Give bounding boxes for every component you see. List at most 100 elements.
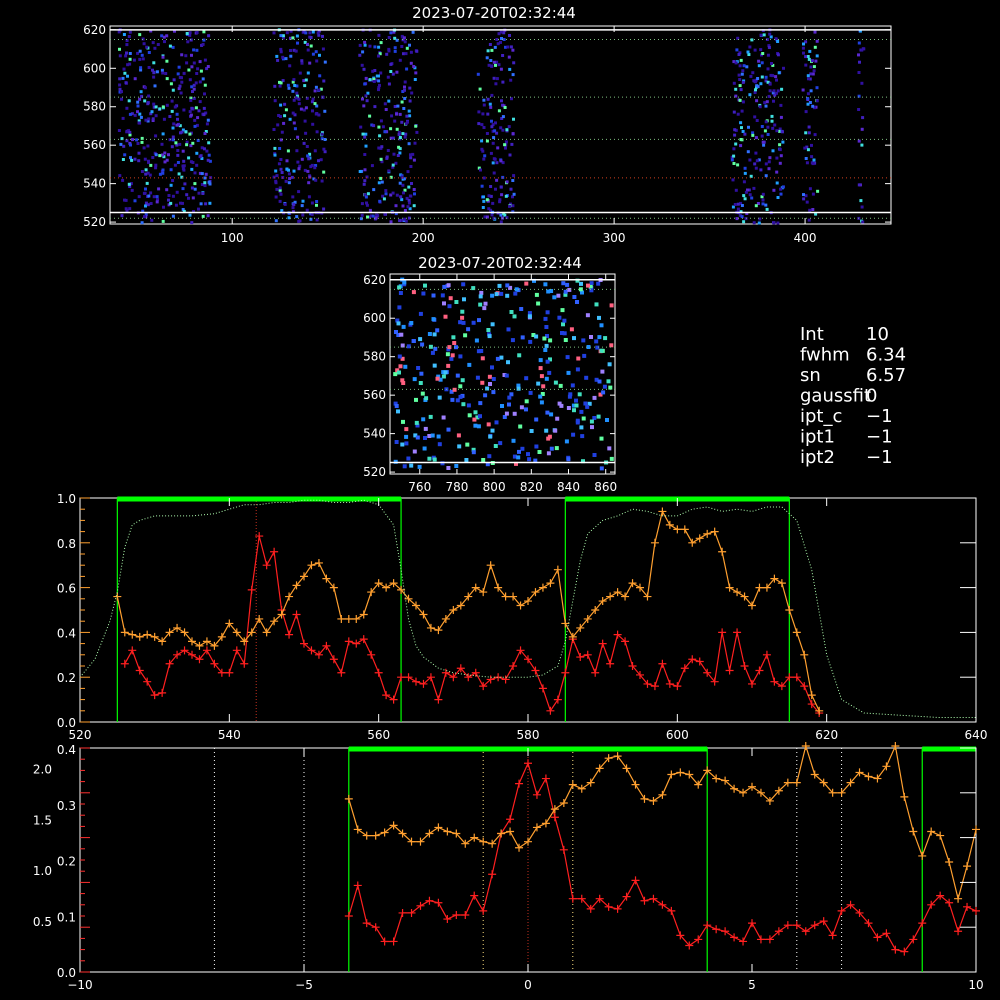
top-heatmap-pixel	[321, 34, 324, 38]
mid-heatmap-pixel	[488, 434, 493, 439]
top-heatmap-pixel	[140, 140, 144, 144]
top-heatmap-pixel	[781, 130, 784, 134]
top-heatmap-pixel	[409, 61, 413, 65]
top-heatmap-pixel	[279, 50, 283, 54]
top-heatmap-pixel	[298, 71, 302, 75]
top-heatmap-pixel	[815, 86, 819, 90]
top-heatmap-pixel	[403, 217, 407, 221]
top-heatmap-pixel	[297, 190, 301, 194]
top-heatmap-pixel	[300, 157, 304, 161]
top-heatmap-pixel	[201, 192, 205, 195]
top-heatmap-pixel	[297, 102, 301, 106]
top-heatmap-pixel	[185, 32, 189, 35]
top-heatmap-pixel	[776, 221, 780, 225]
mid-heatmap-pixel	[584, 375, 589, 380]
offset-plot-xtick-label: 0	[524, 978, 532, 992]
mid-heatmap-pixel	[594, 302, 599, 307]
top-heatmap-pixel	[859, 199, 863, 203]
info-value: 0	[866, 386, 877, 407]
mid-heatmap-pixel	[480, 380, 485, 385]
top-heatmap-ytick-label: 520	[83, 215, 106, 229]
top-heatmap-pixel	[132, 58, 136, 62]
top-heatmap-pixel	[291, 195, 295, 199]
top-heatmap-pixel	[378, 83, 381, 87]
top-heatmap-pixel	[403, 80, 407, 84]
top-heatmap-pixel	[171, 179, 175, 182]
top-heatmap-pixel	[732, 154, 736, 158]
top-heatmap-pixel	[732, 81, 736, 85]
mid-heatmap-pixel	[402, 464, 407, 469]
top-heatmap-pixel	[480, 123, 484, 127]
top-heatmap-pixel	[169, 183, 173, 187]
mid-heatmap-pixel	[552, 295, 557, 300]
mid-heatmap-pixel	[452, 341, 457, 345]
top-heatmap-pixel	[203, 58, 207, 62]
top-heatmap-pixel	[182, 168, 186, 172]
top-heatmap-pixel	[504, 146, 507, 150]
top-heatmap-pixel	[508, 204, 512, 208]
top-heatmap-pixel	[860, 81, 864, 85]
top-heatmap-pixel	[408, 114, 412, 118]
top-heatmap-pixel	[477, 122, 481, 126]
mid-heatmap-ytick-label: 600	[363, 311, 386, 325]
mid-heatmap-pixel	[513, 291, 518, 296]
mid-heatmap-pixel	[467, 413, 472, 418]
top-heatmap-pixel	[322, 147, 326, 151]
mid-heatmap-pixel	[574, 403, 579, 408]
top-heatmap-pixel	[404, 132, 408, 136]
top-heatmap-pixel	[136, 51, 140, 55]
mid-heatmap-pixel	[397, 370, 401, 375]
top-heatmap-pixel	[776, 53, 780, 57]
mid-heatmap-pixel	[443, 314, 448, 319]
mid-heatmap-pixel	[479, 290, 484, 295]
top-heatmap-pixel	[203, 181, 207, 185]
top-heatmap-pixel	[740, 215, 744, 219]
top-heatmap-pixel	[199, 154, 203, 158]
mid-heatmap-pixel	[528, 390, 533, 395]
top-heatmap-pixel	[317, 159, 320, 163]
top-heatmap-pixel	[190, 53, 193, 57]
top-heatmap-pixel	[760, 134, 764, 138]
top-heatmap-pixel	[275, 54, 279, 58]
top-heatmap-pixel	[146, 102, 150, 106]
top-heatmap-pixel	[140, 170, 144, 173]
mid-heatmap-ytick-label: 560	[363, 388, 386, 402]
top-heatmap-pixel	[122, 67, 126, 71]
mid-heatmap-pixel	[556, 293, 561, 298]
top-heatmap-pixel	[499, 67, 503, 71]
top-heatmap-pixel	[501, 128, 505, 132]
top-heatmap-pixel	[161, 153, 164, 157]
top-heatmap-pixel	[177, 172, 181, 176]
offset-plot-xtick-label: −10	[67, 978, 92, 992]
top-heatmap-pixel	[167, 153, 170, 157]
top-heatmap-pixel	[361, 50, 365, 54]
top-heatmap-pixel	[486, 97, 490, 101]
mid-heatmap-pixel	[527, 314, 532, 319]
top-heatmap-pixel	[402, 36, 406, 40]
top-heatmap-pixel	[739, 88, 743, 92]
mid-heatmap-pixel	[595, 345, 600, 350]
mid-heatmap-pixel	[485, 386, 490, 391]
top-heatmap-pixel	[389, 127, 393, 131]
mid-heatmap-pixel	[549, 446, 554, 451]
top-heatmap-pixel	[362, 67, 366, 71]
mid-heatmap-pixel	[539, 374, 544, 379]
top-heatmap-pixel	[813, 45, 817, 49]
mid-heatmap-xtick-label: 760	[408, 480, 431, 494]
top-heatmap-pixel	[307, 157, 311, 161]
mid-heatmap-pixel	[590, 425, 594, 430]
mid-heatmap-pixel	[544, 428, 549, 433]
top-heatmap-pixel	[181, 187, 185, 191]
top-heatmap-pixel	[491, 201, 495, 205]
top-heatmap-pixel	[755, 159, 759, 163]
top-heatmap-pixel	[284, 108, 288, 112]
top-heatmap-pixel	[407, 109, 411, 113]
top-heatmap-pixel	[275, 187, 279, 191]
mid-heatmap-pixel	[487, 334, 492, 339]
top-heatmap-pixel	[398, 219, 402, 223]
mid-heatmap-pixel	[579, 425, 584, 430]
top-heatmap-pixel	[363, 179, 367, 183]
top-heatmap-pixel	[498, 198, 502, 202]
top-heatmap-pixel	[401, 183, 405, 187]
mid-heatmap-pixel	[586, 345, 591, 349]
